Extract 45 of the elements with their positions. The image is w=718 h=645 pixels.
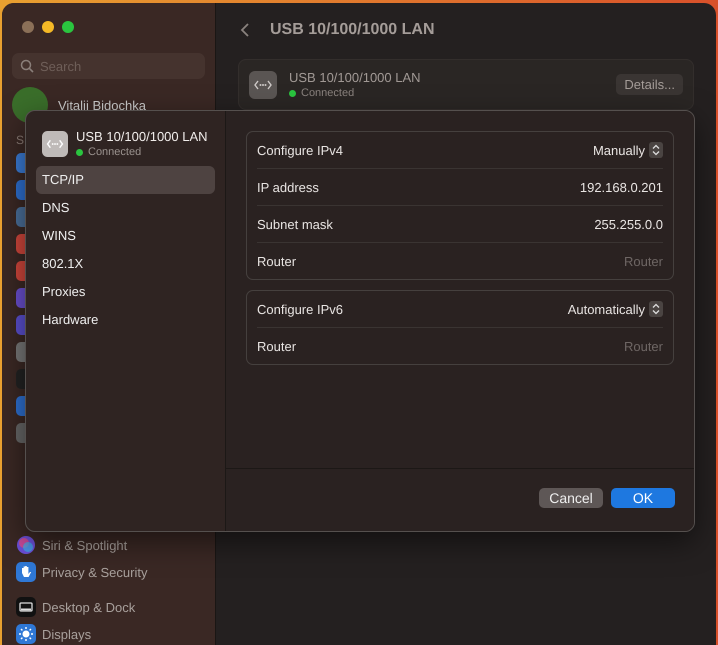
row-label: IP address [257,180,319,194]
stepper-icon [649,142,663,158]
sidebar-tab[interactable]: Hardware [36,306,215,334]
sidebar-item[interactable]: Privacy & Security [12,561,205,583]
sidebar-item[interactable]: Siri & Spotlight [12,534,205,556]
dock-icon [16,597,36,617]
ethernet-icon [42,130,68,156]
sidebar-tab[interactable]: 802.1X [36,250,215,278]
popup-menu[interactable]: Manually [592,142,663,158]
connection-status: Connected [88,146,142,158]
ethernet-icon [249,70,277,98]
row-label: Subnet mask [257,216,333,232]
row-value: 192.168.0.201 [580,180,663,194]
row-label: Router [257,254,296,268]
row-label: Router [257,338,296,354]
row-label: Configure IPv6 [257,302,343,316]
sun-icon [16,624,36,644]
search-icon [20,59,34,73]
connection-status: Connected [301,87,354,99]
section-header: S [16,133,24,147]
device-name: USB 10/100/1000 LAN [289,70,421,85]
minimize-button[interactable] [42,21,54,33]
ok-button[interactable]: OK [611,488,675,508]
stepper-icon [649,301,663,317]
row-label: Configure IPv4 [257,142,343,158]
details-button[interactable]: Details... [616,74,683,95]
back-icon[interactable] [240,22,250,38]
orb-icon [16,535,36,555]
sidebar-tab[interactable]: WINS [36,222,215,250]
hand-icon [16,562,36,582]
row-value: 255.255.0.0 [594,216,663,232]
input-field[interactable]: Router [543,338,663,354]
sidebar-item[interactable]: Displays [12,623,205,645]
user-name[interactable]: Vitalii Bidochka [58,98,146,112]
device-name: USB 10/100/1000 LAN [76,129,208,144]
input-field[interactable]: Router [543,254,663,268]
sidebar-tab[interactable]: TCP/IP [36,166,215,194]
close-button[interactable] [22,21,34,33]
sidebar-tab[interactable]: Proxies [36,278,215,306]
zoom-button[interactable] [62,21,74,33]
sidebar-item[interactable]: Desktop & Dock [12,596,205,618]
sidebar-tab[interactable]: DNS [36,194,215,222]
page-title: USB 10/100/1000 LAN [270,21,435,39]
popup-menu[interactable]: Automatically [568,301,663,317]
cancel-button[interactable]: Cancel [539,488,603,508]
